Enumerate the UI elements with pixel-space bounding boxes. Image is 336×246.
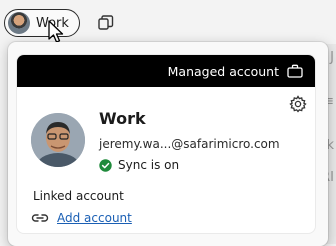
profile-name: Work — [99, 109, 146, 128]
check-circle-icon — [99, 158, 112, 172]
managed-account-label: Managed account — [167, 63, 279, 79]
profile-photo-icon — [31, 113, 85, 167]
profile-card: Managed account Work jeremy.wa...@safari… — [17, 55, 315, 233]
mouse-cursor-icon — [48, 20, 64, 43]
tab-strip: Work — [0, 0, 336, 44]
add-account-row[interactable]: Add account — [31, 211, 132, 225]
gear-icon[interactable] — [289, 95, 307, 113]
profile-flyout: Managed account Work jeremy.wa...@safari… — [8, 42, 328, 246]
sync-status: Sync is on — [99, 158, 179, 172]
add-account-link[interactable]: Add account — [57, 211, 132, 225]
sync-status-label: Sync is on — [118, 158, 180, 172]
background-glyph: J — [330, 50, 334, 65]
link-icon — [31, 214, 49, 222]
profile-button[interactable]: Work — [4, 9, 80, 37]
avatar — [8, 12, 30, 34]
tab-actions-icon[interactable] — [97, 14, 115, 32]
briefcase-icon — [287, 64, 303, 78]
managed-account-banner: Managed account — [17, 55, 315, 87]
linked-account-heading: Linked account — [33, 189, 124, 203]
profile-email: jeremy.wa...@safarimicro.com — [99, 137, 280, 151]
profile-avatar — [31, 113, 85, 167]
